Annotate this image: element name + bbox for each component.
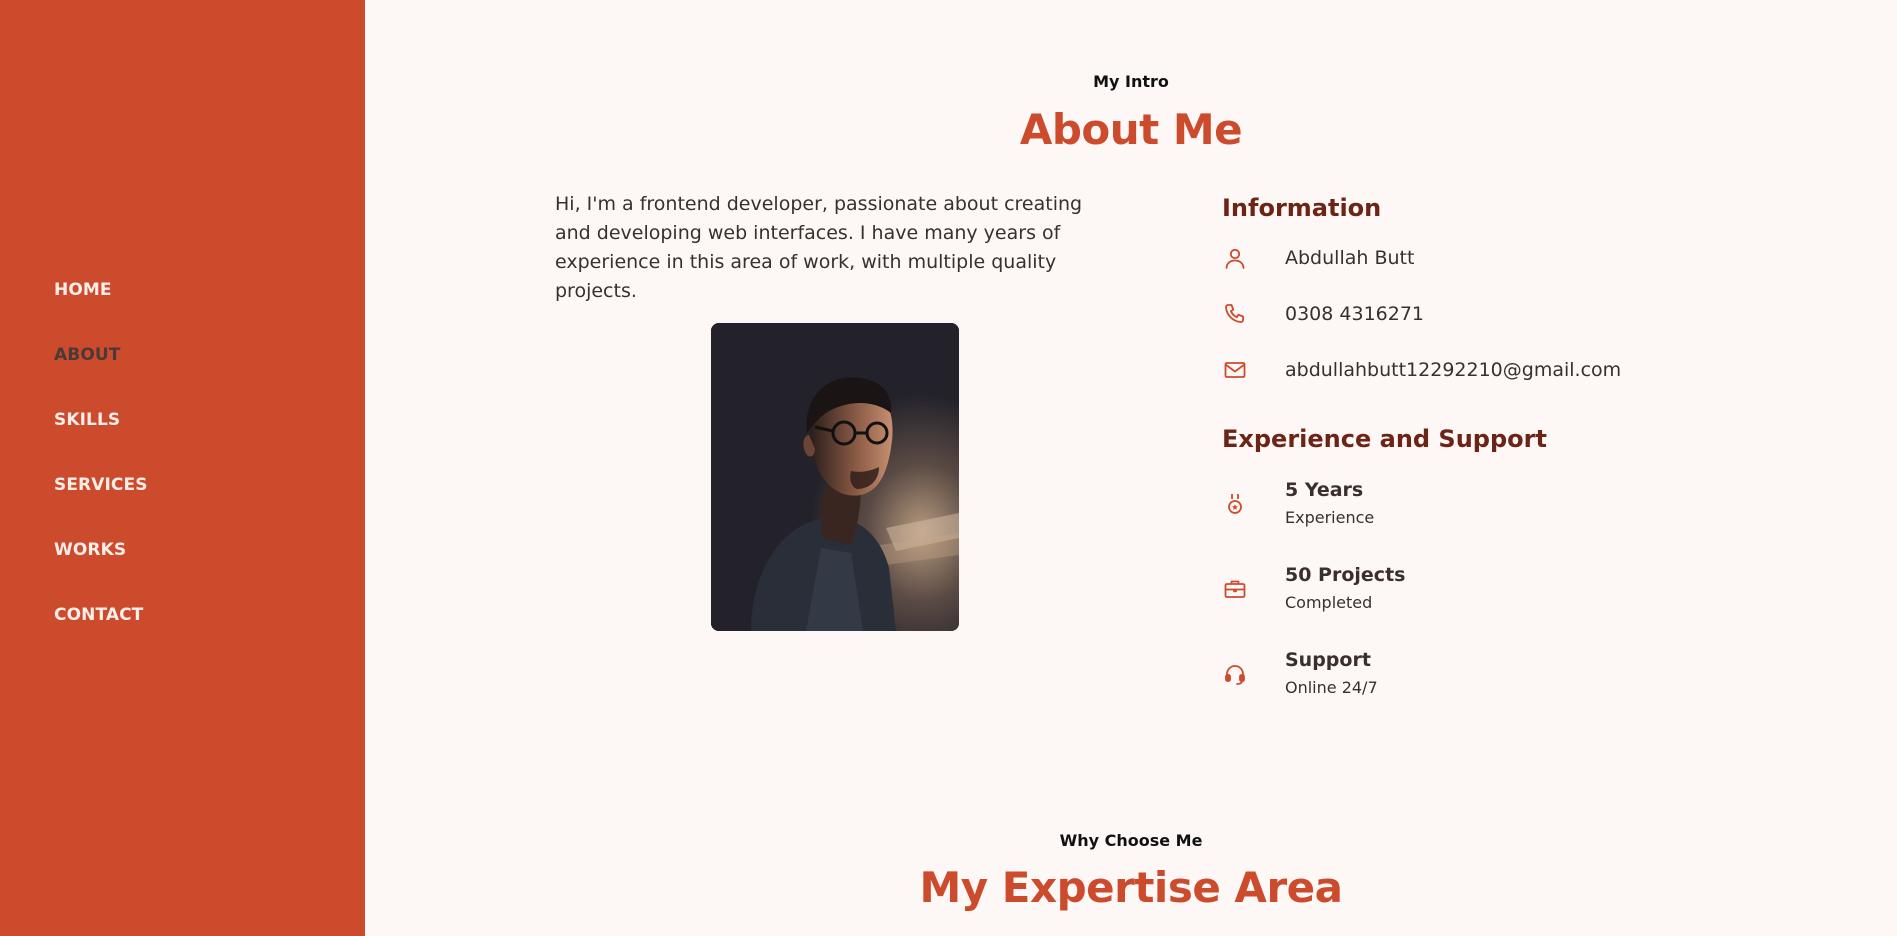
nav-link-services[interactable]: SERVICES bbox=[54, 471, 148, 495]
nav-item-skills: SKILLS bbox=[54, 406, 148, 471]
experience-item-projects: 50 Projects Completed bbox=[1222, 562, 1405, 616]
experience-projects-text: 50 Projects Completed bbox=[1285, 562, 1405, 616]
nav-link-home[interactable]: HOME bbox=[54, 276, 112, 300]
headset-icon bbox=[1222, 661, 1248, 687]
about-intro-text: Hi, I'm a frontend developer, passionate… bbox=[555, 193, 1083, 302]
experience-item-years: 5 Years Experience bbox=[1222, 477, 1374, 531]
experience-years-value: 5 Years bbox=[1285, 479, 1364, 501]
main-content: My Intro About Me Hi, I'm a frontend dev… bbox=[365, 0, 1897, 936]
experience-support-value: Support bbox=[1285, 649, 1371, 671]
medal-icon bbox=[1222, 491, 1248, 517]
experience-item-support: Support Online 24/7 bbox=[1222, 647, 1378, 701]
nav-link-contact[interactable]: CONTACT bbox=[54, 601, 143, 625]
info-email[interactable]: abdullahbutt12292210@gmail.com bbox=[1285, 359, 1621, 381]
experience-projects-caption: Completed bbox=[1285, 593, 1373, 612]
expertise-eyebrow: Why Choose Me bbox=[1059, 831, 1203, 850]
profile-photo bbox=[711, 323, 959, 631]
info-email-row: abdullahbutt12292210@gmail.com bbox=[1222, 357, 1621, 383]
nav-link-skills[interactable]: SKILLS bbox=[54, 406, 120, 430]
nav-item-works: WORKS bbox=[54, 536, 148, 601]
nav-menu: HOME ABOUT SKILLS SERVICES WORKS CONTACT bbox=[54, 276, 148, 666]
nav-item-about: ABOUT bbox=[54, 341, 148, 406]
info-phone[interactable]: 0308 4316271 bbox=[1285, 303, 1424, 325]
experience-projects-value: 50 Projects bbox=[1285, 564, 1406, 586]
user-icon bbox=[1222, 245, 1248, 271]
nav-item-contact: CONTACT bbox=[54, 601, 148, 666]
expertise-title: My Expertise Area bbox=[919, 863, 1343, 912]
nav-item-home: HOME bbox=[54, 276, 148, 341]
mail-icon bbox=[1222, 357, 1248, 383]
nav-link-about[interactable]: ABOUT bbox=[54, 341, 120, 365]
information-heading: Information bbox=[1222, 194, 1382, 222]
experience-support-caption: Online 24/7 bbox=[1285, 678, 1378, 697]
nav-item-services: SERVICES bbox=[54, 471, 148, 536]
experience-years-caption: Experience bbox=[1285, 508, 1375, 527]
experience-support-text: Support Online 24/7 bbox=[1285, 647, 1378, 701]
phone-icon bbox=[1222, 301, 1248, 327]
sidebar: HOME ABOUT SKILLS SERVICES WORKS CONTACT bbox=[0, 0, 365, 936]
experience-heading: Experience and Support bbox=[1222, 425, 1547, 453]
about-title: About Me bbox=[1019, 105, 1243, 154]
briefcase-icon bbox=[1222, 576, 1248, 602]
profile-photo-illustration bbox=[711, 323, 959, 631]
experience-years-text: 5 Years Experience bbox=[1285, 477, 1374, 531]
info-name: Abdullah Butt bbox=[1285, 247, 1415, 269]
about-eyebrow: My Intro bbox=[1093, 72, 1169, 91]
nav-link-works[interactable]: WORKS bbox=[54, 536, 126, 560]
info-name-row: Abdullah Butt bbox=[1222, 245, 1414, 271]
info-phone-row: 0308 4316271 bbox=[1222, 301, 1424, 327]
